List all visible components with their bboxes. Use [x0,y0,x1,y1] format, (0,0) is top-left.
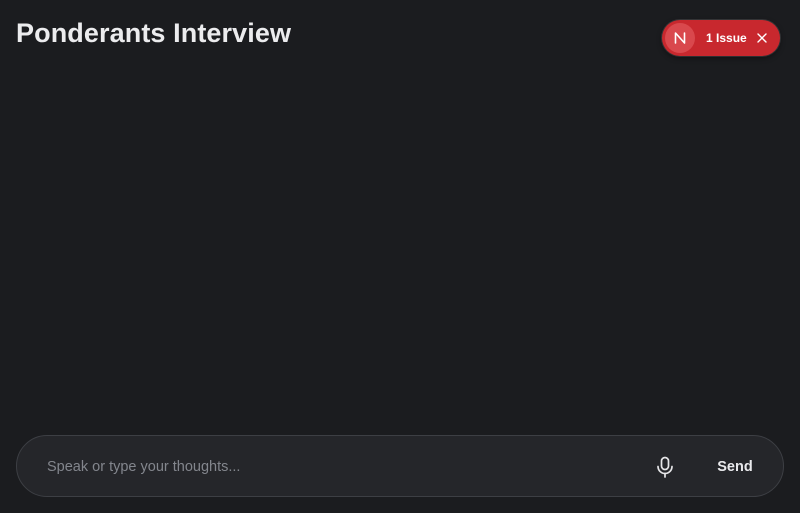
close-icon[interactable] [755,31,769,45]
page-title: Ponderants Interview [16,18,292,48]
n-logo-icon[interactable] [665,23,695,53]
send-button[interactable]: Send [707,449,763,485]
microphone-icon[interactable] [651,453,679,481]
thoughts-input[interactable] [45,450,629,484]
issues-badge[interactable]: 1 Issue [662,20,780,56]
interview-page: Ponderants Interview 1 Issue Send [0,0,800,513]
issues-count-label[interactable]: 1 Issue [706,32,747,44]
message-composer: Send [16,435,784,497]
